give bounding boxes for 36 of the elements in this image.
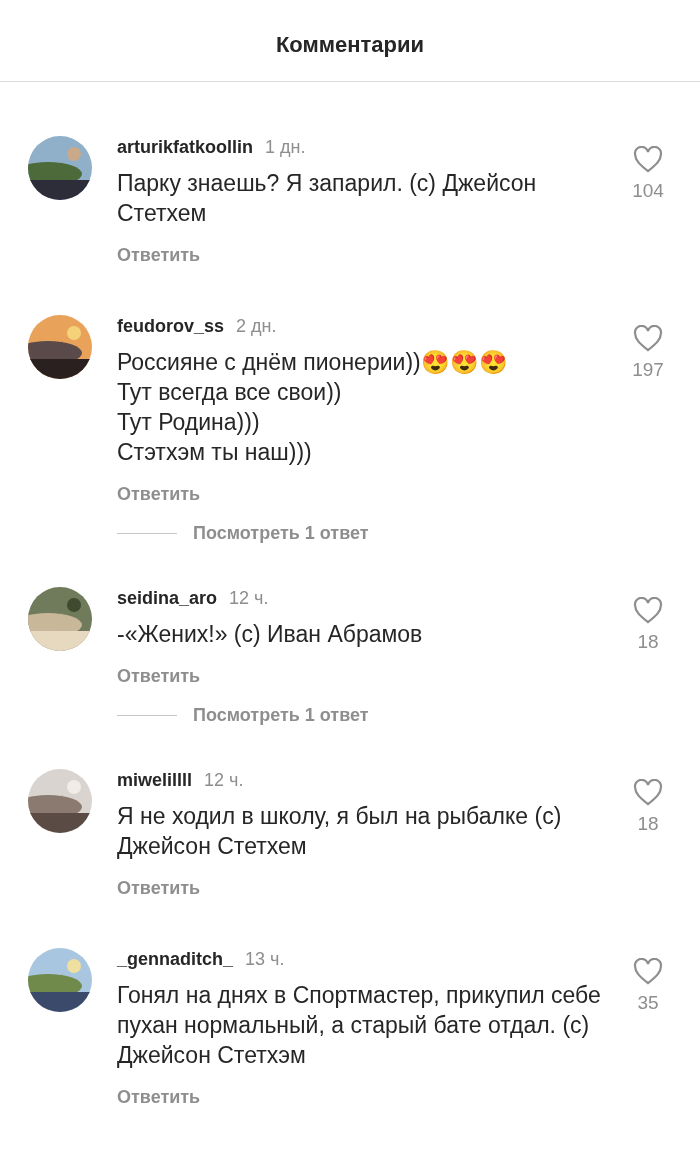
header-title: Комментарии bbox=[275, 31, 425, 59]
like-count: 18 bbox=[637, 812, 659, 836]
comment-text: Я не ходил в школу, я был на рыбалке (с) Джейсон Стетхем bbox=[117, 802, 563, 861]
comment-text: Стэтхэм ты наш))) bbox=[117, 438, 313, 467]
like-count: 197 bbox=[632, 358, 664, 382]
reply-link[interactable]: Ответить bbox=[117, 481, 201, 508]
heart-icon[interactable] bbox=[633, 779, 663, 806]
reply-link[interactable]: Ответить bbox=[117, 875, 201, 902]
comment-text: Россияне с днём пионерии))😍😍😍 bbox=[117, 348, 509, 377]
comment-text: Тут Родина))) bbox=[117, 408, 261, 437]
comment-time: 2 дн. bbox=[236, 315, 277, 338]
username[interactable]: miwelillll bbox=[117, 767, 193, 794]
heart-icon[interactable] bbox=[633, 597, 663, 624]
reply-link[interactable]: Ответить bbox=[117, 1084, 201, 1111]
heart-icon[interactable] bbox=[633, 958, 663, 985]
like-count: 104 bbox=[632, 179, 664, 203]
view-replies-link[interactable]: Посмотреть 1 ответ bbox=[193, 702, 369, 729]
like-count: 18 bbox=[637, 630, 659, 654]
username[interactable]: arturikfatkoollin bbox=[117, 134, 254, 161]
comment-text: Гонял на днях в Спортмастер, прикупил себе пухан нормальный, а старый бате отдал. (с) Джейсон Стетхэм bbox=[117, 981, 602, 1070]
heart-icon[interactable] bbox=[633, 325, 663, 352]
reply-link[interactable]: Ответить bbox=[117, 242, 201, 269]
comment-time: 12 ч. bbox=[204, 769, 244, 792]
username[interactable]: _gennaditch_ bbox=[117, 946, 234, 973]
reply-link[interactable]: Ответить bbox=[117, 663, 201, 690]
comment-text: Тут всегда все свои)) bbox=[117, 378, 343, 407]
view-replies-link[interactable]: Посмотреть 1 ответ bbox=[193, 520, 369, 547]
comment-text: -«Жених!» (с) Иван Абрамов bbox=[117, 620, 424, 649]
heart-icon[interactable] bbox=[633, 146, 663, 173]
comment-text: Парку знаешь? Я запарил. (с) Джейсон Стетхем bbox=[117, 169, 538, 228]
like-count: 35 bbox=[637, 991, 659, 1015]
comment-time: 13 ч. bbox=[245, 948, 285, 971]
username[interactable]: seidina_aro bbox=[117, 585, 218, 612]
comment-time: 12 ч. bbox=[229, 587, 269, 610]
username[interactable]: feudorov_ss bbox=[117, 313, 225, 340]
comment-time: 1 дн. bbox=[265, 136, 306, 159]
